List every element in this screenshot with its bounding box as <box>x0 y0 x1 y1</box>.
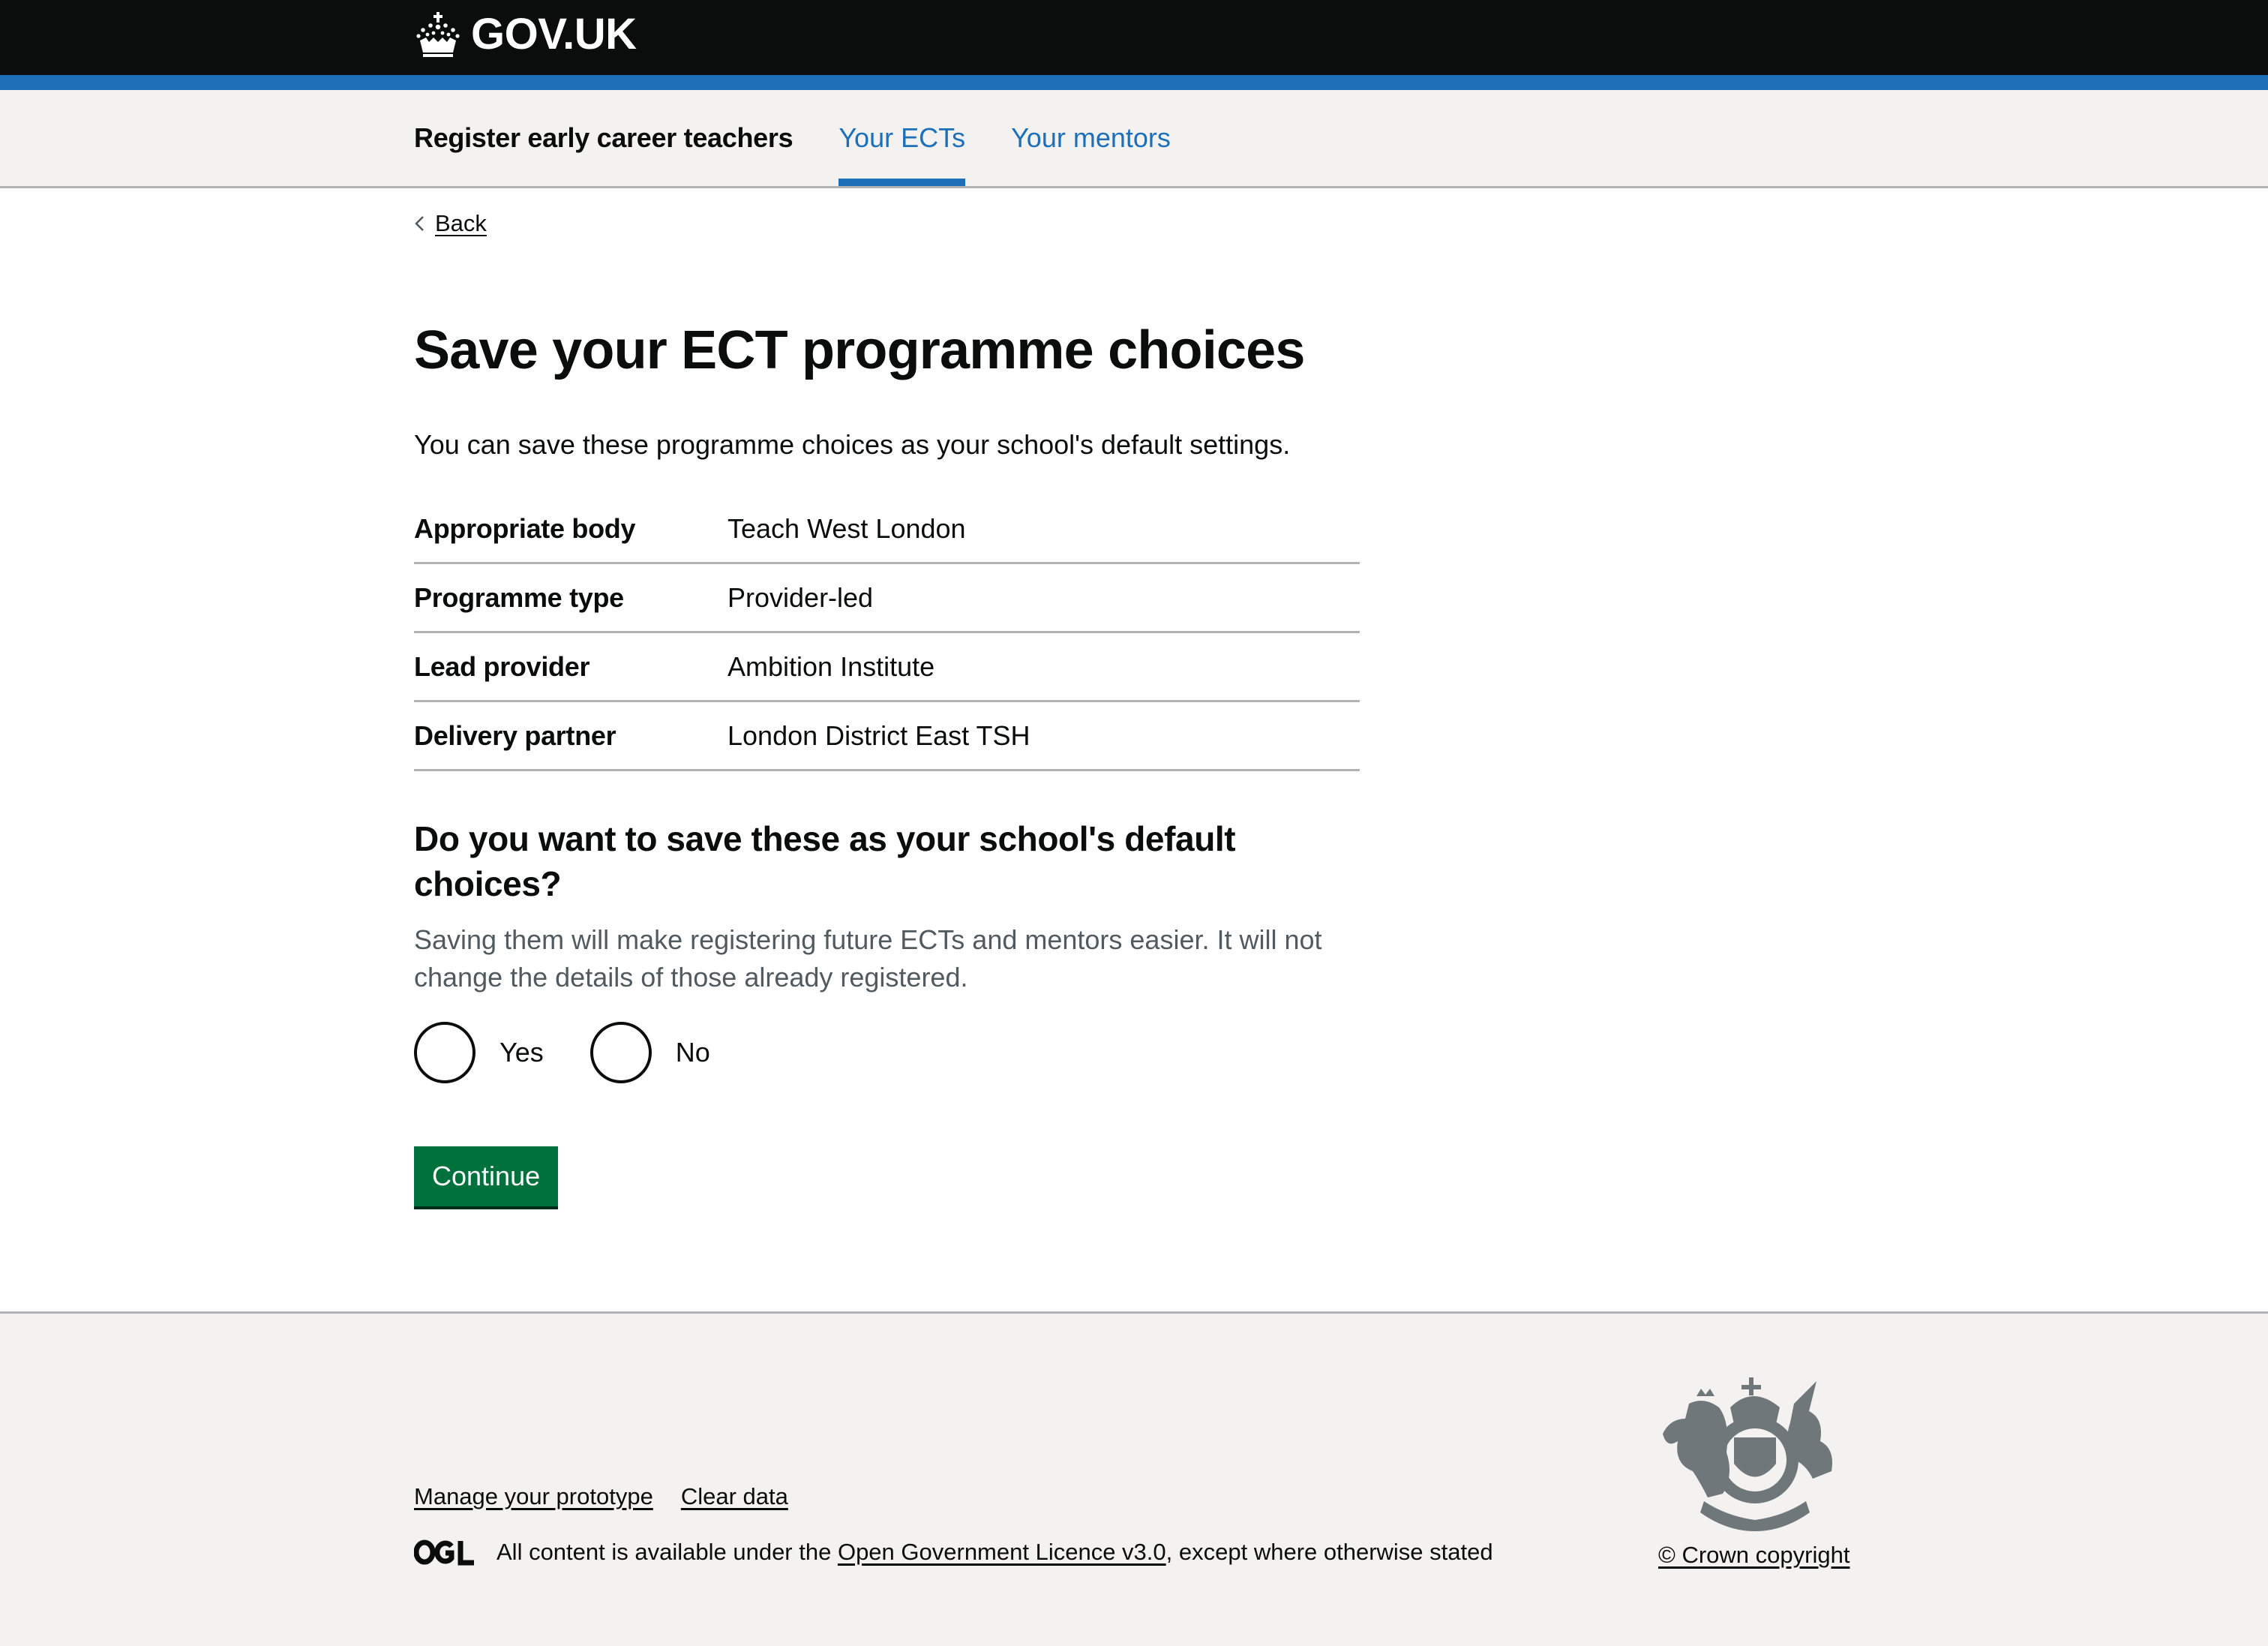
licence-link[interactable]: Open Government Licence v3.0 <box>838 1539 1166 1566</box>
licence-suffix: , except where otherwise stated <box>1166 1539 1493 1565</box>
summary-row-appropriate-body: Appropriate body Teach West London <box>414 495 1360 564</box>
crown-copyright-link[interactable]: © Crown copyright <box>1658 1542 1850 1569</box>
crown-icon <box>416 11 460 57</box>
royal-coat-of-arms-icon <box>1663 1377 1832 1531</box>
back-link[interactable]: Back <box>414 210 487 237</box>
summary-row-lead-provider: Lead provider Ambition Institute <box>414 633 1360 702</box>
summary-key: Lead provider <box>414 650 590 682</box>
header-blue-bar <box>0 75 2268 90</box>
back-link-label: Back <box>435 210 487 236</box>
nav-item-your-ects[interactable]: Your ECTs <box>838 90 965 186</box>
summary-key: Programme type <box>414 581 624 613</box>
service-navigation: Register early career teachers Your ECTs… <box>0 90 2268 188</box>
radio-group-save-defaults: Yes No <box>414 1022 757 1083</box>
govuk-logo-link[interactable]: GOV.UK <box>414 9 637 59</box>
radio-yes-label[interactable]: Yes <box>500 1037 544 1068</box>
govuk-logo-text: GOV.UK <box>471 10 637 59</box>
summary-key: Delivery partner <box>414 719 616 751</box>
radio-no-label[interactable]: No <box>676 1037 710 1068</box>
radio-no[interactable]: No <box>590 1022 710 1083</box>
summary-value: Teach West London <box>728 512 966 544</box>
chevron-left-icon <box>415 216 424 231</box>
summary-row-delivery-partner: Delivery partner London District East TS… <box>414 702 1360 771</box>
nav-item-your-mentors[interactable]: Your mentors <box>1011 90 1171 186</box>
radio-no-input[interactable] <box>590 1022 652 1083</box>
radio-hint: Saving them will make registering future… <box>414 924 1322 993</box>
radio-question-legend: Do you want to save these as your school… <box>414 819 1236 903</box>
footer: Manage your prototype Clear data All con… <box>0 1311 2268 1646</box>
ogl-logo-icon <box>414 1539 474 1566</box>
page-title: Save your ECT programme choices <box>414 320 1305 380</box>
summary-value: Ambition Institute <box>728 650 935 682</box>
summary-row-programme-type: Programme type Provider-led <box>414 564 1360 633</box>
lede-text: You can save these programme choices as … <box>414 429 1291 460</box>
continue-button[interactable]: Continue <box>414 1146 559 1206</box>
footer-links: Manage your prototype Clear data <box>414 1483 816 1510</box>
radio-yes[interactable]: Yes <box>414 1022 544 1083</box>
summary-list: Appropriate body Teach West London Progr… <box>414 495 1360 771</box>
licence-statement: All content is available under the Open … <box>414 1539 1493 1566</box>
radio-yes-input[interactable] <box>414 1022 476 1083</box>
summary-value: London District East TSH <box>728 719 1030 751</box>
service-name[interactable]: Register early career teachers <box>414 122 794 154</box>
footer-link-clear-data[interactable]: Clear data <box>681 1483 788 1510</box>
summary-value: Provider-led <box>728 581 874 613</box>
govuk-header: GOV.UK <box>0 0 2268 75</box>
licence-prefix: All content is available under the <box>496 1539 838 1565</box>
footer-link-manage-prototype[interactable]: Manage your prototype <box>414 1483 653 1510</box>
summary-key: Appropriate body <box>414 512 636 544</box>
